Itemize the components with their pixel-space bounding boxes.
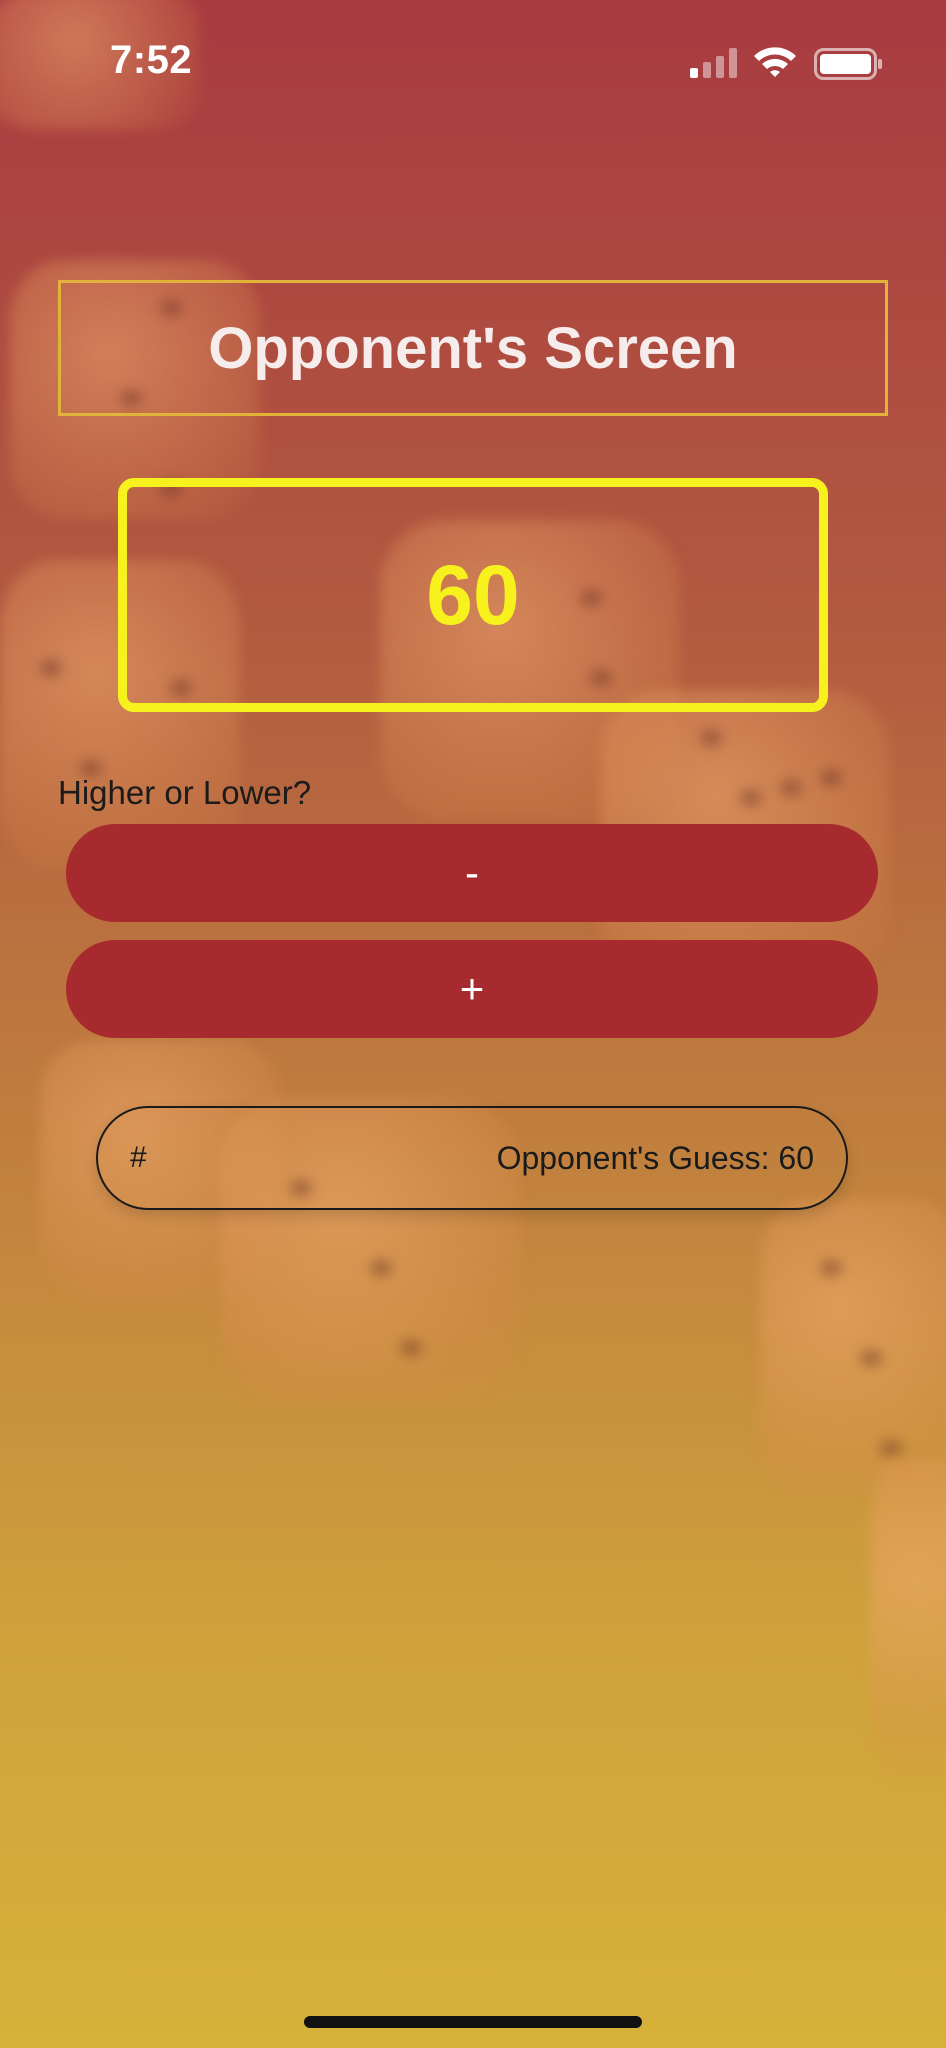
current-number: 60 (426, 547, 520, 642)
opponent-guess-item: # Opponent's Guess: 60 (96, 1106, 848, 1210)
lower-button[interactable]: - (66, 824, 878, 922)
status-time: 7:52 (110, 38, 193, 82)
battery-icon (814, 48, 882, 80)
higher-lower-prompt: Higher or Lower? (58, 774, 312, 811)
status-bar: 7:52 (0, 0, 946, 120)
lower-button-label: - (465, 849, 479, 896)
opponent-guess-text: Opponent's Guess: 60 (496, 1139, 814, 1176)
home-indicator[interactable] (304, 2016, 642, 2028)
higher-button[interactable]: + (66, 940, 878, 1038)
hash-icon: # (130, 1141, 147, 1174)
wifi-icon (754, 47, 796, 77)
cellular-signal-icon (690, 48, 737, 78)
number-display: 60 (118, 478, 828, 712)
screen-title: Opponent's Screen (208, 315, 738, 381)
higher-button-label: + (459, 965, 485, 1012)
screen-title-box: Opponent's Screen (58, 280, 888, 416)
